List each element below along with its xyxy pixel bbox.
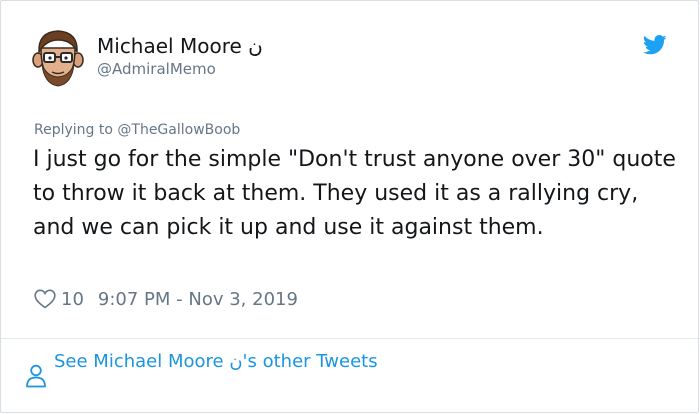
embedded-tweet-card: Michael Moore ن @AdmiralMemo Replying to… xyxy=(0,0,700,413)
person-icon xyxy=(26,364,46,388)
replying-to-prefix: Replying to xyxy=(34,122,113,138)
like-count[interactable]: 10 xyxy=(61,289,84,310)
twitter-bird-icon[interactable] xyxy=(643,35,667,55)
replying-to: Replying to @TheGallowBoob xyxy=(34,122,240,139)
tweet-meta: 10 9:07 PM - Nov 3, 2019 xyxy=(34,287,298,311)
replying-to-mention[interactable]: @TheGallowBoob xyxy=(117,122,240,138)
avatar[interactable] xyxy=(32,28,84,88)
author-handle[interactable]: @AdmiralMemo xyxy=(97,60,216,78)
tweet-timestamp[interactable]: 9:07 PM - Nov 3, 2019 xyxy=(98,289,298,310)
see-other-tweets-link[interactable]: See Michael Moore ن's other Tweets xyxy=(25,348,384,388)
see-other-tweets-label[interactable]: See Michael Moore ن's other Tweets xyxy=(54,348,384,376)
divider xyxy=(1,338,700,339)
heart-icon[interactable] xyxy=(34,289,56,309)
author-display-name[interactable]: Michael Moore ن xyxy=(97,34,263,58)
tweet-text: I just go for the simple "Don't trust an… xyxy=(33,147,676,240)
